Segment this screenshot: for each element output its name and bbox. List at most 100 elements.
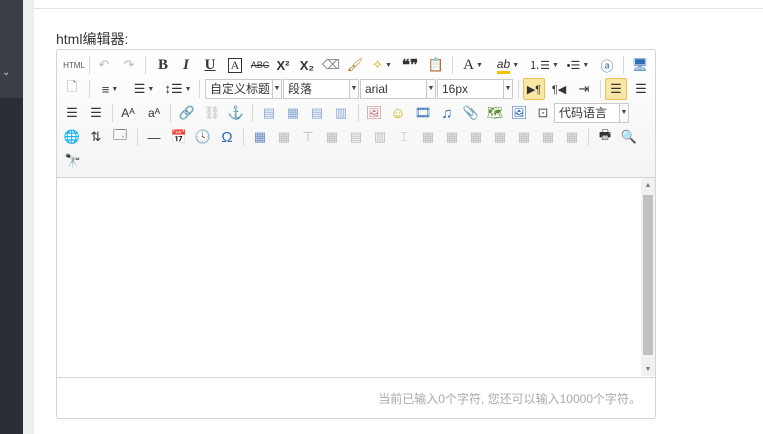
charts-icon[interactable]: ▦ bbox=[561, 127, 583, 147]
pasteplain-icon[interactable]: 📋 bbox=[425, 55, 447, 75]
scroll-down-icon[interactable]: ▼ bbox=[641, 362, 655, 376]
fontsize-select[interactable]: 16px ▼ bbox=[437, 79, 513, 99]
chevron-down-icon: ▼ bbox=[503, 80, 512, 98]
separator bbox=[518, 80, 519, 98]
template-icon[interactable]: 🗔 bbox=[110, 127, 130, 147]
subscript-button[interactable]: X₂ bbox=[297, 55, 317, 75]
indent-icon[interactable]: ⇥ bbox=[573, 79, 595, 99]
directionality-rtl-button[interactable]: ¶◀ bbox=[548, 79, 570, 99]
drafts-icon[interactable]: 🔭 bbox=[62, 151, 84, 171]
attachment-icon[interactable]: 📎 bbox=[460, 103, 482, 123]
sidebar: ⌄ bbox=[0, 0, 23, 434]
separator bbox=[252, 104, 253, 122]
blockquote-icon[interactable]: ❝❞ bbox=[400, 55, 420, 75]
italic-button[interactable]: I bbox=[176, 55, 196, 75]
directionality-ltr-button[interactable]: ▶¶ bbox=[523, 78, 545, 100]
justifyleft-button[interactable]: ☰ bbox=[605, 78, 627, 100]
link-icon[interactable]: 🔗 bbox=[176, 103, 198, 123]
mergedown-icon[interactable]: ▦ bbox=[465, 127, 487, 147]
paragraph-select[interactable]: 段落 ▼ bbox=[283, 79, 359, 99]
mergeright-icon[interactable]: ▦ bbox=[441, 127, 463, 147]
insertcol-icon[interactable]: ▥ bbox=[369, 127, 391, 147]
rowspacing-bottom-icon: ☰ bbox=[133, 81, 146, 96]
spechars-icon[interactable]: Ω bbox=[216, 127, 238, 147]
rowspacingbottom-button[interactable]: ☰ ▼ bbox=[129, 79, 159, 99]
tolowercase-button[interactable]: aᴬ bbox=[143, 103, 165, 123]
selectall-icon[interactable]: 🗋 bbox=[62, 79, 82, 99]
unlink-icon[interactable]: ⛓ bbox=[201, 103, 223, 123]
splittorows-icon[interactable]: ▦ bbox=[513, 127, 535, 147]
underline-button[interactable]: U bbox=[200, 55, 220, 75]
customstyle-select[interactable]: 自定义标题 ▼ bbox=[205, 79, 282, 99]
gmap-icon[interactable]: 🖼 bbox=[508, 103, 530, 123]
inserttable-icon[interactable]: ▦ bbox=[249, 127, 271, 147]
orderedlist-button[interactable]: ⒈☰ ▼ bbox=[529, 55, 559, 75]
mergecells-icon[interactable]: ▦ bbox=[417, 127, 439, 147]
dropdown-arrow-icon: ▼ bbox=[184, 85, 192, 93]
preview-icon[interactable]: 🖥 bbox=[630, 55, 650, 75]
separator bbox=[600, 80, 601, 98]
anchor-icon[interactable]: ⚓ bbox=[225, 103, 247, 123]
date-icon[interactable]: 📅 bbox=[168, 127, 190, 147]
map-icon[interactable]: 🗺 bbox=[484, 103, 506, 123]
scroll-up-icon[interactable]: ▲ bbox=[641, 178, 655, 192]
insertparagraphbeforetable-icon[interactable]: ⊤ bbox=[297, 127, 319, 147]
chevron-down-icon[interactable]: ⌄ bbox=[2, 68, 10, 78]
splittocols-icon[interactable]: ▦ bbox=[537, 127, 559, 147]
splittocells-icon[interactable]: ▦ bbox=[489, 127, 511, 147]
justifycenter-button[interactable]: ☰ bbox=[630, 79, 652, 99]
imageright-icon[interactable]: ▤ bbox=[306, 103, 328, 123]
wordcount-text: 当前已输入0个字符, 您还可以输入10000个字符。 bbox=[378, 392, 641, 406]
chevron-down-icon: ▼ bbox=[272, 80, 281, 98]
deletecol-icon[interactable]: ⌶ bbox=[393, 127, 415, 147]
imageleft-icon[interactable]: ▦ bbox=[282, 103, 304, 123]
insertrow-icon[interactable]: ▦ bbox=[321, 127, 343, 147]
forecolor-button[interactable]: A ▼ bbox=[459, 55, 487, 75]
scrollbar-thumb[interactable] bbox=[643, 195, 653, 355]
deletetable-icon[interactable]: ▦ bbox=[273, 127, 295, 147]
emotion-icon[interactable]: ☺ bbox=[387, 103, 409, 123]
imagecenter-icon[interactable]: ▥ bbox=[330, 103, 352, 123]
editor-content-area[interactable]: ▲ ▼ bbox=[57, 178, 655, 376]
touppercase-button[interactable]: Aᴬ bbox=[117, 103, 139, 123]
superscript-button[interactable]: X² bbox=[273, 55, 293, 75]
unorderedlist-button[interactable]: •☰ ▼ bbox=[563, 55, 593, 75]
justifyright-button[interactable]: ☰ bbox=[62, 103, 82, 123]
deleterow-icon[interactable]: ▤ bbox=[345, 127, 367, 147]
source-html-button[interactable]: HTML bbox=[62, 55, 86, 75]
music-icon[interactable]: ♫ bbox=[436, 103, 458, 123]
insertcode-value: 代码语言 bbox=[559, 106, 608, 120]
horizontal-rule-icon[interactable]: — bbox=[143, 127, 165, 147]
searchreplace-icon[interactable]: 🔍 bbox=[618, 127, 640, 147]
format-brush-icon[interactable]: 🖌 bbox=[345, 55, 365, 75]
dropdown-arrow-icon: ▼ bbox=[111, 85, 119, 93]
backcolor-button[interactable]: ab ▼ bbox=[493, 55, 523, 75]
pagebreak-icon[interactable]: ⇅ bbox=[86, 127, 106, 147]
separator bbox=[243, 128, 244, 146]
cleardoc-icon[interactable]: ⓐ bbox=[597, 55, 617, 75]
imagenone-icon[interactable]: ▤ bbox=[258, 103, 280, 123]
strikethrough-button[interactable]: ABC bbox=[249, 55, 271, 75]
eraser-icon[interactable]: ⌫ bbox=[321, 55, 341, 75]
editor-scrollbar[interactable]: ▲ ▼ bbox=[641, 178, 655, 376]
insertimage-icon[interactable]: 🖼 bbox=[363, 103, 385, 123]
lineheight-button[interactable]: ↕☰ ▼ bbox=[163, 79, 193, 99]
separator bbox=[137, 128, 138, 146]
insertvideo-icon[interactable]: 🎞 bbox=[412, 103, 434, 123]
insertcode-select[interactable]: 代码语言 ▼ bbox=[554, 103, 629, 123]
autotypeset-button[interactable]: ✧ ▼ bbox=[369, 55, 395, 75]
separator bbox=[145, 56, 146, 74]
redo-icon[interactable]: ↷ bbox=[119, 55, 139, 75]
dropdown-arrow-icon: ▼ bbox=[512, 61, 520, 69]
fontfamily-select[interactable]: arial ▼ bbox=[360, 79, 436, 99]
time-icon[interactable]: 🕓 bbox=[192, 127, 214, 147]
print-icon[interactable]: 🖶 bbox=[594, 127, 616, 147]
insertframe-icon[interactable]: ⊡ bbox=[532, 103, 554, 123]
justifyjustify-button[interactable]: ☰ bbox=[86, 103, 106, 123]
webapp-icon[interactable]: 🌐 bbox=[62, 127, 82, 147]
bold-button[interactable]: B bbox=[153, 55, 173, 75]
fontborder-label: A bbox=[227, 57, 243, 73]
rowspacingtop-button[interactable]: ≡ ▼ bbox=[95, 79, 125, 99]
undo-icon[interactable]: ↶ bbox=[94, 55, 114, 75]
fontborder-button[interactable]: A bbox=[225, 55, 245, 75]
